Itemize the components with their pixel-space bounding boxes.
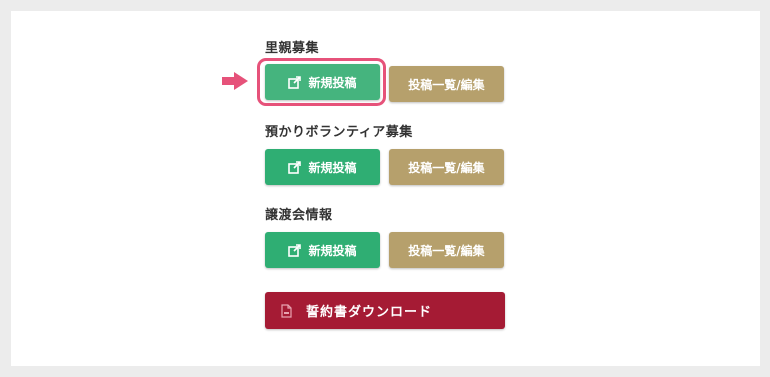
new-post-label: 新規投稿 (308, 75, 357, 90)
new-post-label: 新規投稿 (308, 160, 357, 175)
pointer-arrow-icon (222, 72, 248, 90)
list-edit-button-foster-parent[interactable]: 投稿一覧/編集 (389, 66, 504, 102)
new-post-label: 新規投稿 (308, 243, 357, 258)
pledge-download-label: 誓約書ダウンロード (306, 305, 433, 320)
edit-external-icon (288, 243, 302, 257)
edit-external-icon (288, 75, 302, 89)
new-post-button-adoption-event[interactable]: 新規投稿 (265, 232, 380, 268)
list-edit-button-adoption-event[interactable]: 投稿一覧/編集 (389, 232, 504, 268)
list-edit-label: 投稿一覧/編集 (408, 160, 485, 175)
section-heading-adoption-event: 譲渡会情報 (265, 208, 333, 223)
list-edit-label: 投稿一覧/編集 (408, 243, 485, 258)
section-heading-foster-parent: 里親募集 (265, 41, 320, 56)
edit-external-icon (288, 160, 302, 174)
new-post-button-foster-volunteer[interactable]: 新規投稿 (265, 149, 380, 185)
list-edit-label: 投稿一覧/編集 (408, 77, 485, 92)
pdf-file-icon (281, 303, 292, 318)
list-edit-button-foster-volunteer[interactable]: 投稿一覧/編集 (389, 149, 504, 185)
pledge-download-button[interactable]: 誓約書ダウンロード (265, 292, 505, 329)
section-heading-foster-volunteer: 預かりボランティア募集 (265, 125, 413, 140)
new-post-button-foster-parent[interactable]: 新規投稿 (265, 64, 380, 100)
